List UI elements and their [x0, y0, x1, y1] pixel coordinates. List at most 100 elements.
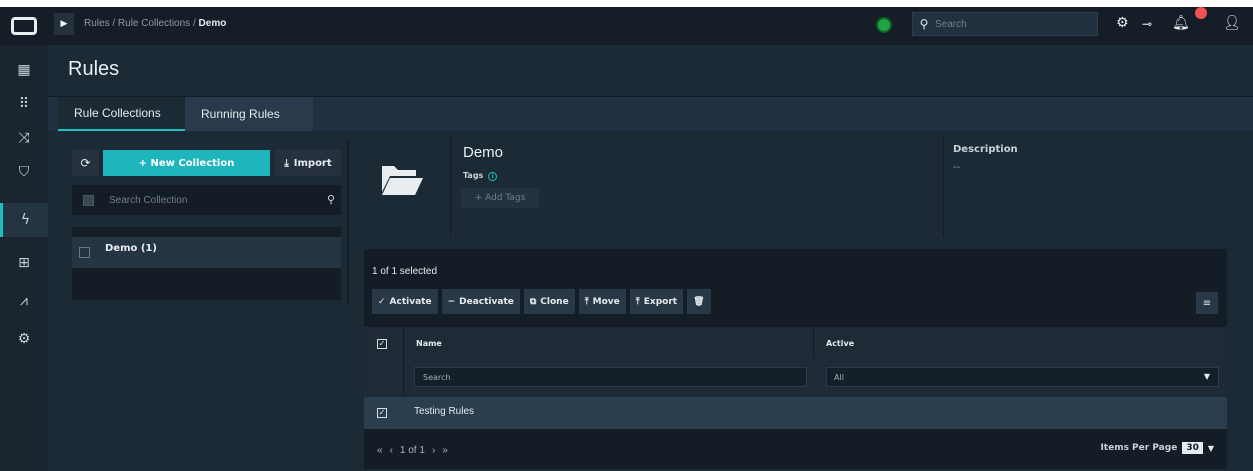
add-tags-button[interactable]: + Add Tags [461, 188, 539, 208]
tab-bar: Rule Collections Running Rules [48, 97, 1253, 131]
activate-label: Activate [389, 296, 432, 307]
action-toolbar: ✓ Activate − Deactivate ⧉ Clone ⤒ Move ⤒… [372, 289, 711, 314]
tab-running-rules[interactable]: Running Rules [185, 97, 313, 131]
activate-button[interactable]: ✓ Activate [372, 289, 438, 314]
info-icon[interactable]: i [488, 172, 498, 181]
lightning-icon[interactable]: ϟ [0, 203, 48, 237]
next-page-icon[interactable]: › [432, 445, 435, 456]
breadcrumb-current: Demo [198, 18, 227, 29]
collection-list: Demo (1) [72, 227, 341, 300]
deactivate-label: Deactivate [459, 296, 514, 307]
column-header-name[interactable]: Name [416, 339, 442, 348]
app-frame: ▦ ⠿ ⤨ ⛉ ϟ ⊞ ⩘ ⚙ ▶ Rules / Rule Collectio… [0, 7, 1253, 471]
last-page-icon[interactable]: » [442, 445, 448, 456]
breadcrumb-rule-collections[interactable]: Rule Collections [118, 18, 190, 29]
description-label: Description [953, 144, 1018, 155]
export-button[interactable]: ⤒ Export [629, 289, 684, 314]
collection-search: ⚲ [72, 185, 341, 215]
left-nav-rail: ▦ ⠿ ⤨ ⛉ ϟ ⊞ ⩘ ⚙ [0, 7, 48, 471]
panel-splitter[interactable] [347, 140, 349, 305]
gear-icon[interactable]: ⚙ [1116, 15, 1129, 31]
column-divider [813, 327, 814, 357]
tags-text: Tags [463, 171, 484, 180]
notification-badge [1195, 7, 1207, 19]
tags-label: Tags i [463, 171, 498, 181]
collection-checkbox[interactable] [79, 247, 90, 258]
detail-divider [450, 137, 451, 237]
move-button[interactable]: ⤒ Move [578, 289, 626, 314]
breadcrumb: Rules / Rule Collections / Demo [84, 18, 226, 29]
dashboard-icon[interactable]: ▦ [0, 53, 48, 87]
search-icon: ⚲ [919, 17, 929, 31]
column-header-active[interactable]: Active [826, 339, 854, 348]
items-per-page-select[interactable]: 30 [1182, 442, 1203, 454]
import-label: Import [293, 157, 332, 169]
deactivate-button[interactable]: − Deactivate [441, 289, 520, 314]
table-row[interactable]: ✓ Testing Rules [364, 397, 1227, 429]
rule-name: Testing Rules [414, 406, 475, 417]
status-indicator-icon[interactable] [878, 19, 890, 31]
export-icon: ⤒ [635, 296, 640, 307]
pagination: « ‹ 1 of 1 › » [377, 445, 448, 456]
chevron-down-icon[interactable]: ▼ [1208, 444, 1214, 453]
tab-rule-collections[interactable]: Rule Collections [58, 97, 185, 131]
row-checkbox[interactable]: ✓ [377, 408, 387, 418]
delete-button[interactable]: 🗑︎ [687, 289, 711, 314]
modules-icon[interactable]: ⠿ [0, 87, 48, 121]
minus-icon: − [447, 296, 456, 307]
selection-count: 1 of 1 selected [372, 266, 438, 277]
search-icon[interactable]: ⚲ [327, 193, 335, 206]
folder-open-icon [382, 166, 423, 195]
trash-icon: 🗑︎ [693, 296, 705, 307]
export-label: Export [643, 296, 678, 307]
global-search-input[interactable] [935, 18, 1085, 30]
name-filter-input[interactable]: Search [414, 367, 807, 387]
select-all-rules-checkbox[interactable]: ✓ [377, 339, 387, 349]
clone-label: Clone [540, 296, 569, 307]
bell-icon[interactable]: 🔔︎ [1172, 15, 1190, 31]
active-filter-value: All [834, 372, 844, 382]
collection-label: Demo (1) [105, 243, 157, 254]
refresh-button[interactable]: ⟳ [72, 150, 99, 176]
rules-icon[interactable]: ⤨ [0, 121, 48, 155]
top-bar: ▶ Rules / Rule Collections / Demo ⚲ ⚙ ⊸ … [48, 7, 1253, 45]
detail-divider [943, 137, 944, 237]
expand-caret-icon[interactable]: ▶ [54, 13, 74, 35]
collection-detail: Demo Tags i + Add Tags Description -- [350, 137, 1239, 237]
import-button[interactable]: ⤓ Import [275, 150, 341, 176]
move-icon: ⤒ [584, 296, 589, 307]
page-title: Rules [68, 58, 120, 80]
select-all-checkbox[interactable] [83, 194, 94, 206]
shield-icon[interactable]: ⛉ [0, 155, 48, 189]
column-menu-button[interactable]: ≡ [1196, 292, 1218, 314]
import-icon: ⤓ [284, 157, 289, 169]
checkbox-column: ✓ [364, 327, 404, 397]
breadcrumb-separator: / [192, 18, 196, 29]
chart-icon[interactable]: ⩘ [0, 284, 48, 318]
collection-search-input[interactable] [109, 194, 309, 206]
hierarchy-icon[interactable]: ⊸ [1142, 17, 1152, 31]
hamburger-icon: ≡ [1202, 297, 1212, 309]
chevron-down-icon: ▼ [1203, 372, 1210, 381]
rules-table-panel: 1 of 1 selected ✓ Activate − Deactivate … [364, 249, 1227, 469]
collection-title: Demo [463, 144, 504, 161]
clone-icon: ⧉ [529, 296, 537, 307]
check-icon: ✓ [378, 296, 386, 307]
first-page-icon[interactable]: « [377, 445, 383, 456]
clone-button[interactable]: ⧉ Clone [523, 289, 575, 314]
table-header: ✓ Name Active Search All ▼ [364, 327, 1227, 397]
items-per-page-label: Items Per Page [1100, 443, 1178, 453]
new-collection-button[interactable]: + New Collection [103, 150, 270, 176]
briefcase-icon[interactable]: ⊞ [0, 246, 48, 280]
brand-logo[interactable] [0, 7, 48, 45]
list-item[interactable]: Demo (1) [72, 237, 341, 268]
description-value: -- [953, 162, 961, 173]
breadcrumb-separator: / [112, 18, 116, 29]
global-search: ⚲ [912, 12, 1098, 36]
items-per-page: Items Per Page 30 ▼ [1100, 442, 1214, 454]
active-filter-select[interactable]: All ▼ [826, 367, 1219, 387]
prev-page-icon[interactable]: ‹ [390, 445, 393, 456]
settings-dial-icon[interactable]: ⚙ [0, 322, 48, 356]
breadcrumb-rules[interactable]: Rules [84, 18, 110, 29]
user-icon[interactable]: 👤︎ [1223, 15, 1241, 31]
